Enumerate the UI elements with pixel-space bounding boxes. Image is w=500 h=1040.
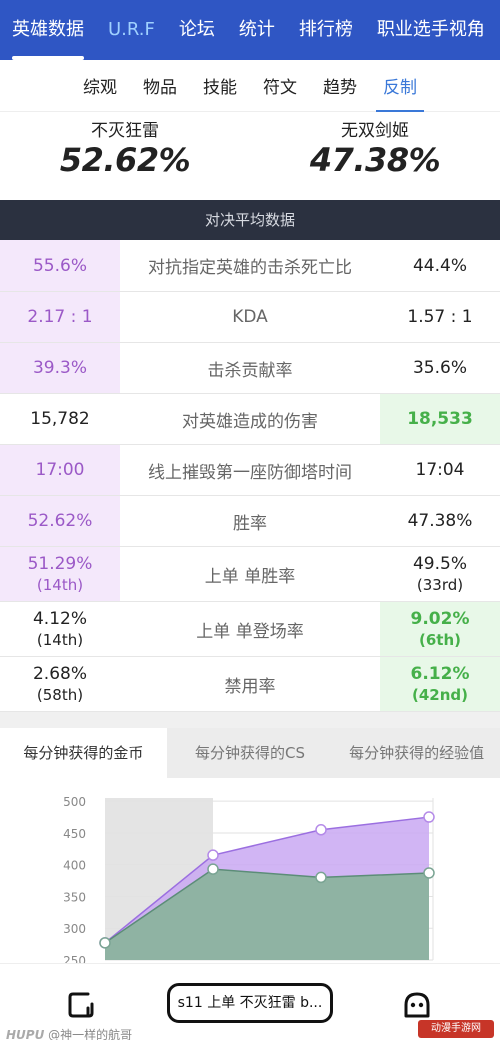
left-champion: 不灭狂雷 52.62%	[0, 112, 250, 179]
left-champion-name: 不灭狂雷	[91, 121, 159, 141]
data-point	[99, 937, 111, 949]
tab-trends[interactable]: 趋势	[310, 60, 370, 112]
right-value-main: 6.12%	[410, 664, 470, 684]
left-value-main: 4.12%	[32, 609, 87, 629]
right-value: 35.6%	[412, 358, 467, 378]
stat-label: 击杀贡献率	[207, 360, 293, 381]
table-row: 52.62% 胜率 47.38%	[0, 496, 500, 547]
table-row: 39.3% 击杀贡献率 35.6%	[0, 343, 500, 394]
tab-items[interactable]: 物品	[130, 60, 190, 112]
watermark-author: @神一样的航哥	[48, 1028, 133, 1040]
stat-label: 胜率	[233, 513, 267, 534]
stat-label: 对英雄造成的伤害	[182, 411, 318, 432]
left-value: 52.62%	[0, 496, 120, 546]
right-value-rank: (6th)	[419, 631, 461, 649]
nav-tab-pro-view[interactable]: 职业选手视角	[365, 0, 497, 60]
right-champion-name: 无双剑姬	[341, 121, 409, 141]
right-champion-winrate: 47.38%	[309, 141, 441, 179]
table-row: 17:00 线上摧毁第一座防御塔时间 17:04	[0, 445, 500, 496]
nav-tab-forum[interactable]: 论坛	[167, 0, 227, 60]
site-logo: 动漫手游网	[418, 1020, 494, 1038]
data-point	[207, 849, 219, 861]
left-value: 17:00	[0, 445, 120, 495]
chat-face-icon[interactable]	[402, 990, 432, 1020]
right-champion: 无双剑姬 47.38%	[250, 112, 500, 179]
stat-label: 上单 单胜率	[204, 566, 296, 587]
left-value: 2.17 : 1	[0, 292, 120, 342]
watermark-brand: HUPU	[6, 1028, 45, 1040]
y-tick-label: 300	[63, 922, 86, 936]
right-value-rank: (42nd)	[411, 686, 468, 704]
left-champion-winrate: 52.62%	[59, 141, 191, 179]
left-value-rank: (14th)	[36, 631, 84, 649]
edit-icon[interactable]	[66, 990, 96, 1020]
table-row: 4.12% (14th) 上单 单登场率 9.02% (6th)	[0, 602, 500, 657]
context-pill-button[interactable]: s11 上单 不灭狂雷 b...	[167, 983, 333, 1023]
table-row: 2.17 : 1 KDA 1.57 : 1	[0, 292, 500, 343]
left-value: 39.3%	[0, 343, 120, 393]
right-value: 9.02% (6th)	[380, 602, 500, 656]
stat-label: 对抗指定英雄的击杀死亡比	[148, 258, 352, 278]
left-value: 2.68% (58th)	[0, 657, 120, 711]
tab-counters[interactable]: 反制	[370, 60, 430, 112]
section-title: 对决平均数据	[0, 200, 500, 240]
right-value: 49.5% (33rd)	[380, 547, 500, 601]
tab-overview[interactable]: 综观	[70, 60, 130, 112]
right-value: 17:04	[415, 460, 465, 480]
y-tick-label: 250	[63, 954, 86, 963]
watermark: HUPU @神一样的航哥	[6, 1026, 132, 1040]
table-row: 2.68% (58th) 禁用率 6.12% (42nd)	[0, 657, 500, 712]
right-value: 47.38%	[407, 511, 473, 531]
left-value-main: 51.29%	[27, 554, 93, 574]
left-value: 15,782	[30, 409, 90, 429]
table-row: 51.29% (14th) 上单 单胜率 49.5% (33rd)	[0, 547, 500, 602]
nav-tab-stats[interactable]: 统计	[227, 0, 287, 60]
right-value: 18,533	[380, 394, 500, 444]
table-row: 15,782 对英雄造成的伤害 18,533	[0, 394, 500, 445]
y-tick-label: 500	[63, 795, 86, 809]
left-value-rank: (58th)	[36, 686, 84, 704]
right-value: 44.4%	[412, 255, 467, 276]
chart-tab-xp[interactable]: 每分钟获得的经验值	[333, 728, 500, 778]
right-value-main: 49.5%	[412, 554, 467, 574]
chart-svg: 250 300 350 400 450 500	[63, 795, 435, 963]
stats-table: 55.6% 对抗指定英雄的击杀死亡比 44.4% 2.17 : 1 KDA 1.…	[0, 240, 500, 712]
chart-tabs: 每分钟获得的金币 每分钟获得的CS 每分钟获得的经验值	[0, 728, 500, 778]
data-point	[423, 811, 435, 823]
gold-per-minute-chart: 250 300 350 400 450 500	[0, 778, 500, 963]
left-value: 55.6%	[0, 240, 120, 291]
nav-tab-urf[interactable]: U.R.F	[96, 0, 167, 60]
top-nav: 英雄数据 U.R.F 论坛 统计 排行榜 职业选手视角	[0, 0, 500, 60]
table-row: 55.6% 对抗指定英雄的击杀死亡比 44.4%	[0, 240, 500, 292]
tab-skills[interactable]: 技能	[190, 60, 250, 112]
chart-tab-cs[interactable]: 每分钟获得的CS	[167, 728, 334, 778]
data-point	[207, 863, 219, 875]
sub-tabs: 综观 物品 技能 符文 趋势 反制	[0, 60, 500, 112]
data-point	[315, 871, 327, 884]
data-point	[315, 824, 327, 836]
data-point	[423, 867, 435, 879]
right-value: 1.57 : 1	[407, 307, 473, 327]
left-value-main: 2.68%	[32, 664, 87, 684]
tab-runes[interactable]: 符文	[250, 60, 310, 112]
left-value: 51.29% (14th)	[0, 547, 120, 601]
y-tick-label: 450	[63, 827, 86, 841]
y-tick-label: 350	[63, 890, 86, 904]
left-value-rank: (14th)	[36, 576, 84, 594]
stat-label: KDA	[232, 307, 268, 327]
stat-label: 线上摧毁第一座防御塔时间	[148, 462, 352, 483]
right-value: 6.12% (42nd)	[380, 657, 500, 711]
matchup-header: 不灭狂雷 52.62% 无双剑姬 47.38%	[0, 112, 500, 200]
stat-label: 禁用率	[224, 676, 276, 697]
section-divider	[0, 712, 500, 728]
right-value-main: 9.02%	[410, 609, 470, 629]
nav-tab-hero-data[interactable]: 英雄数据	[0, 0, 96, 60]
stat-label: 上单 单登场率	[196, 621, 304, 642]
nav-tab-rankings[interactable]: 排行榜	[287, 0, 365, 60]
chart-tab-gold[interactable]: 每分钟获得的金币	[0, 728, 167, 778]
right-value-rank: (33rd)	[416, 576, 464, 594]
left-value: 4.12% (14th)	[0, 602, 120, 656]
y-tick-label: 400	[63, 859, 86, 873]
